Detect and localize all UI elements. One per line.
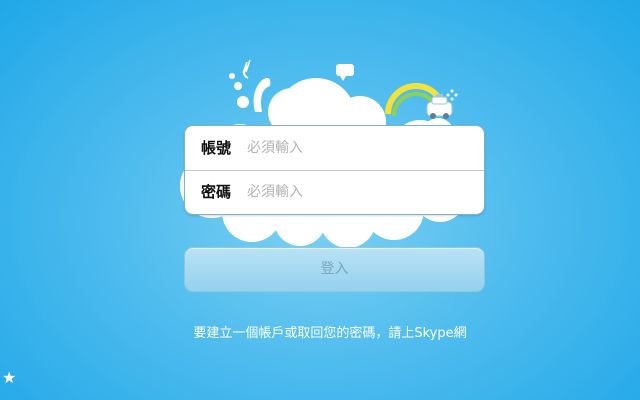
speech-bubble-icon <box>336 64 354 81</box>
sparkle-icon <box>446 89 458 101</box>
login-button[interactable]: 登入 <box>184 247 485 292</box>
water-splash-icon <box>229 59 271 112</box>
password-row: 密碼 <box>185 170 484 214</box>
account-row: 帳號 <box>185 126 484 171</box>
login-form: 帳號 密碼 <box>184 125 485 215</box>
star-icon[interactable]: ★ <box>2 369 16 387</box>
account-input[interactable] <box>247 133 472 163</box>
password-input[interactable] <box>247 177 472 207</box>
account-label: 帳號 <box>201 139 232 157</box>
password-label: 密碼 <box>201 183 232 201</box>
help-text: 要建立一個帳戶或取回您的密碼，請上Skype網 <box>193 326 467 341</box>
